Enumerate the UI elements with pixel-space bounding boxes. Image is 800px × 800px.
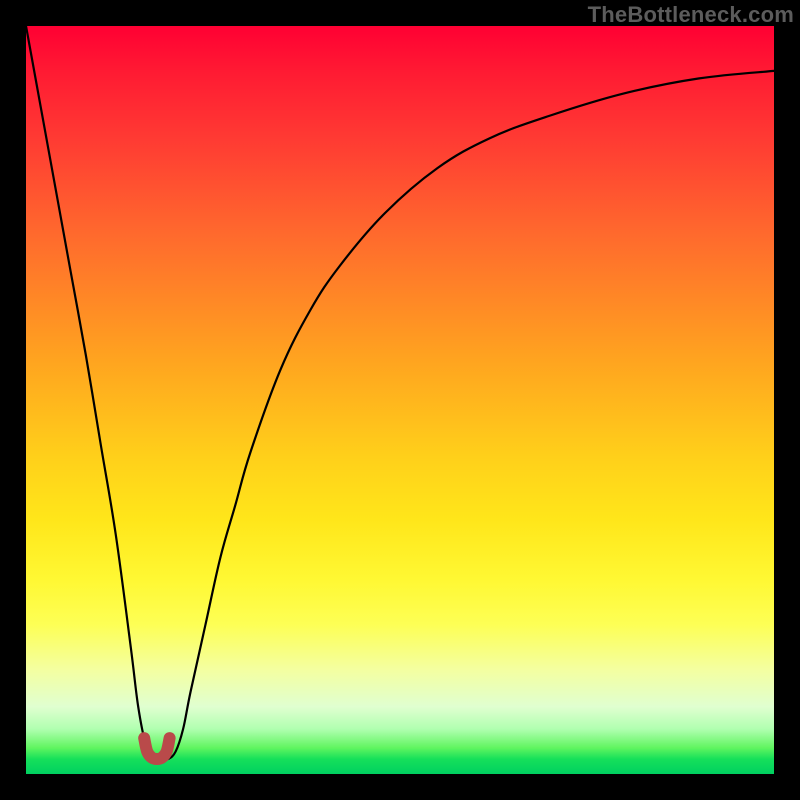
curve-layer [26,26,774,774]
plot-area [26,26,774,774]
minimum-marker [144,738,169,759]
chart-frame: TheBottleneck.com [0,0,800,800]
bottleneck-curve [26,26,774,760]
attribution-text: TheBottleneck.com [588,2,794,28]
